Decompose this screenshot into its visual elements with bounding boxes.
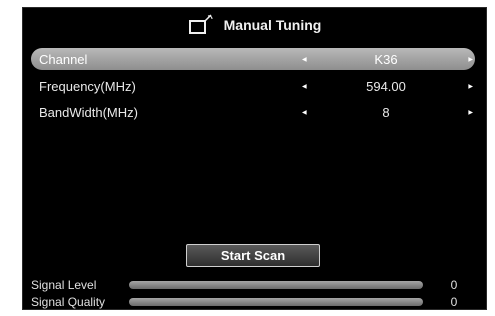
- frequency-label: Frequency(MHz): [39, 78, 136, 94]
- bandwidth-label: BandWidth(MHz): [39, 104, 138, 120]
- signal-quality-label: Signal Quality: [31, 295, 106, 309]
- frequency-row[interactable]: Frequency(MHz) ◀ 594.00 ▶: [31, 75, 475, 97]
- manual-tuning-dialog: Manual Tuning Channel ◀ K36 ▶ Frequency(…: [22, 7, 487, 310]
- bandwidth-left-arrow-icon[interactable]: ◀: [302, 109, 307, 116]
- signal-level-label: Signal Level: [31, 278, 97, 292]
- signal-quality-bar: [129, 298, 423, 306]
- channel-right-arrow-icon[interactable]: ▶: [468, 56, 473, 63]
- frequency-right-arrow-icon[interactable]: ▶: [468, 83, 473, 90]
- channel-left-arrow-icon[interactable]: ◀: [302, 56, 307, 63]
- channel-value: K36: [374, 51, 398, 67]
- frequency-left-arrow-icon[interactable]: ◀: [302, 83, 307, 90]
- signal-quality-meter: Signal Quality 0: [31, 294, 471, 310]
- page-title: Manual Tuning: [223, 17, 322, 33]
- signal-level-meter: Signal Level 0: [31, 277, 471, 293]
- channel-row[interactable]: Channel ◀ K36 ▶: [31, 48, 475, 70]
- tv-antenna-icon: [188, 14, 214, 36]
- bandwidth-row[interactable]: BandWidth(MHz) ◀ 8 ▶: [31, 101, 475, 123]
- bandwidth-right-arrow-icon[interactable]: ▶: [468, 109, 473, 116]
- channel-label: Channel: [39, 51, 88, 67]
- signal-level-bar: [129, 281, 423, 289]
- bandwidth-value: 8: [382, 104, 390, 120]
- start-scan-button[interactable]: Start Scan: [186, 244, 320, 267]
- signal-level-value: 0: [450, 278, 458, 292]
- signal-quality-value: 0: [450, 295, 458, 309]
- dialog-header: Manual Tuning: [23, 8, 486, 42]
- frequency-value: 594.00: [366, 78, 406, 94]
